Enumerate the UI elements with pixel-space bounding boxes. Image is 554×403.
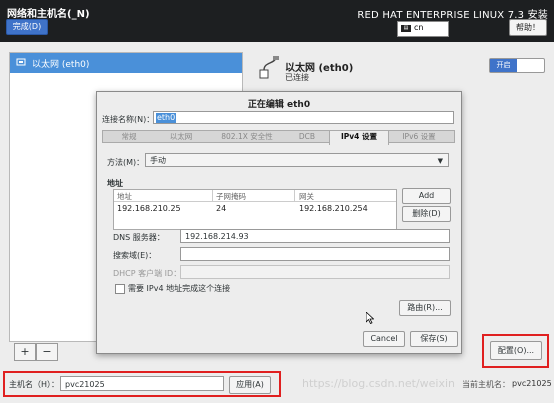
current-hostname-value: pvc21025 — [512, 379, 552, 388]
tab-ethernet[interactable]: 以太网 — [155, 131, 207, 144]
add-device-button[interactable]: + — [14, 343, 36, 361]
current-hostname-label: 当前主机名： — [462, 380, 510, 389]
dropdown-arrow-icon: ▼ — [437, 157, 443, 165]
apply-hostname-button[interactable]: 应用(A) — [229, 376, 271, 394]
table-cell-netmask[interactable]: 24 — [216, 204, 226, 213]
window-title: 网络和主机名(_N) — [7, 9, 90, 20]
keyboard-layout-indicator[interactable]: ▤ cn — [397, 21, 449, 37]
dns-servers-label: DNS 服务器： — [113, 233, 165, 242]
network-cable-icon — [259, 56, 279, 79]
top-bar: 网络和主机名(_N) 完成(D) RED HAT ENTERPRISE LINU… — [0, 0, 554, 42]
configure-button[interactable]: 配置(O)... — [490, 341, 542, 360]
keyboard-icon: ▤ — [401, 25, 411, 32]
mouse-pointer-icon — [366, 312, 374, 324]
connection-toggle[interactable]: 开启 — [489, 58, 545, 73]
column-divider — [294, 190, 295, 201]
method-select[interactable]: 手动 ▼ — [145, 153, 449, 167]
dhcp-client-id-label: DHCP 客户端 ID： — [113, 269, 182, 278]
addresses-table[interactable]: 地址 子网掩码 网关 192.168.210.25 24 192.168.210… — [113, 189, 397, 230]
tab-general[interactable]: 常规 — [105, 131, 153, 144]
hostname-input[interactable]: pvc21025 — [60, 376, 224, 391]
table-cell-gateway[interactable]: 192.168.210.254 — [299, 204, 368, 213]
header-divider — [114, 201, 396, 202]
connection-name-input[interactable]: eth0 — [153, 111, 454, 124]
toggle-on-label: 开启 — [490, 59, 517, 72]
dhcp-client-id-input — [180, 265, 450, 279]
hostname-label: 主机名（H）： — [9, 380, 60, 389]
cancel-button[interactable]: Cancel — [363, 331, 405, 347]
remove-device-button[interactable]: − — [36, 343, 58, 361]
connection-name-value: eth0 — [156, 113, 177, 123]
tab-ipv6-settings[interactable]: IPv6 设置 — [389, 131, 449, 144]
keyboard-layout-label: cn — [414, 23, 424, 32]
require-ipv4-label: 需要 IPv4 地址完成这个连接 — [128, 284, 231, 293]
connection-name-label: 连接名称(N)： — [102, 115, 155, 124]
edit-connection-dialog: 正在编辑 eth0 连接名称(N)： eth0 常规 以太网 802.1X 安全… — [96, 91, 462, 354]
watermark: https://blog.csdn.net/weixin — [302, 377, 456, 390]
done-button[interactable]: 完成(D) — [6, 19, 48, 35]
ethernet-icon — [16, 58, 26, 66]
method-label: 方法(M)： — [107, 158, 145, 167]
dns-servers-input[interactable]: 192.168.214.93 — [180, 229, 450, 243]
search-domains-label: 搜索域(E)： — [113, 251, 157, 260]
dialog-title: 正在编辑 eth0 — [247, 100, 311, 110]
table-cell-address[interactable]: 192.168.210.25 — [117, 204, 181, 213]
device-item-eth0[interactable]: 以太网 (eth0) — [10, 53, 242, 73]
tab-dcb[interactable]: DCB — [287, 131, 327, 144]
delete-address-button[interactable]: 删除(D) — [402, 206, 451, 222]
device-item-label: 以太网 (eth0) — [32, 60, 90, 70]
routes-button[interactable]: 路由(R)... — [399, 300, 451, 316]
help-button[interactable]: 帮助！ — [509, 19, 547, 36]
search-domains-input[interactable] — [180, 247, 450, 261]
column-divider — [212, 190, 213, 201]
method-value: 手动 — [150, 156, 166, 165]
tab-8021x-security[interactable]: 802.1X 安全性 — [209, 131, 285, 144]
connection-status: 已连接 — [285, 73, 309, 82]
require-ipv4-checkbox[interactable] — [115, 284, 125, 294]
settings-tabs: 常规 以太网 802.1X 安全性 DCB IPv4 设置 IPv6 设置 — [102, 130, 455, 145]
save-button[interactable]: 保存(S) — [410, 331, 458, 347]
addresses-heading: 地址 — [107, 179, 123, 188]
tab-ipv4-settings[interactable]: IPv4 设置 — [329, 130, 389, 145]
add-address-button[interactable]: Add — [402, 188, 451, 204]
